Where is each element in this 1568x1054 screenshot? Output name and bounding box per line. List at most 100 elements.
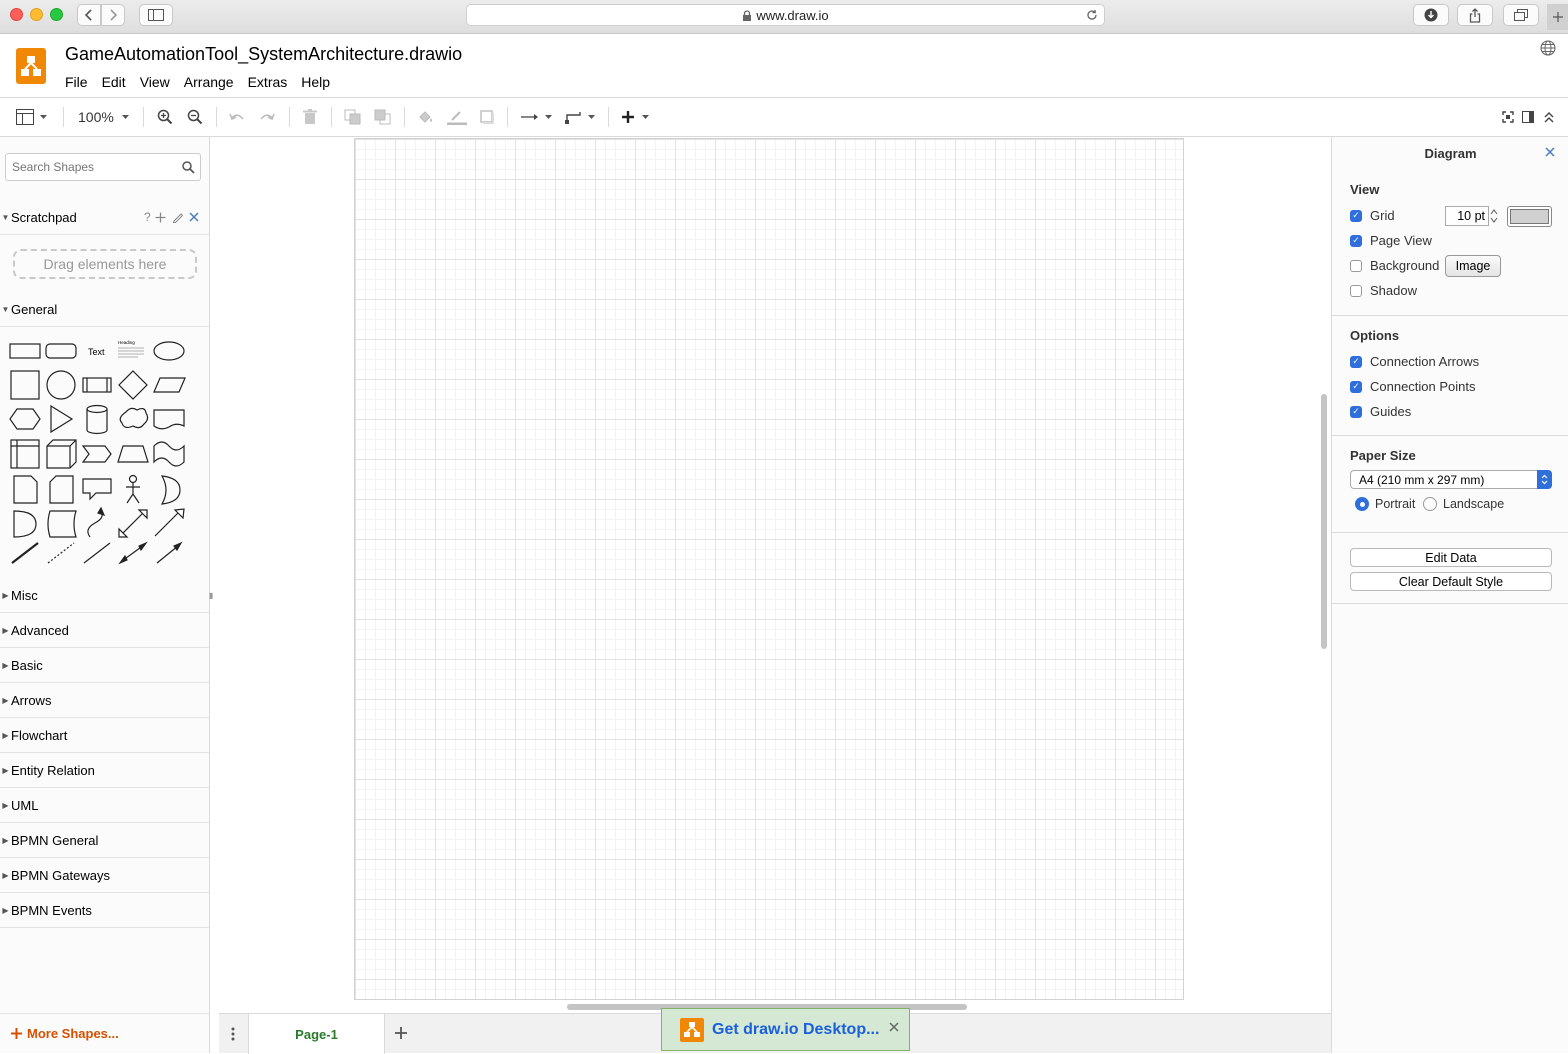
actor-shape[interactable] [126,474,140,504]
grid-color-button[interactable] [1507,206,1552,227]
curve-connector-shape[interactable] [87,506,106,538]
zoom-in-button[interactable] [157,106,173,128]
line-color-button[interactable] [447,106,467,128]
view-panels-button[interactable] [16,106,49,128]
background-image-button[interactable]: Image [1445,255,1501,277]
tabs-overview-button[interactable] [1503,4,1539,26]
downloads-button[interactable] [1413,4,1449,26]
triangle-shape[interactable] [50,404,74,434]
menu-help[interactable]: Help [301,74,330,90]
waypoints-button[interactable] [565,106,597,128]
maximize-window-button[interactable] [50,8,63,21]
data-storage-shape[interactable] [47,510,77,538]
redo-button[interactable] [259,106,275,128]
search-shapes-input[interactable] [5,153,201,181]
grid-checkbox[interactable]: ✓ Grid [1350,208,1395,223]
rectangle-shape[interactable] [9,343,41,359]
landscape-radio[interactable]: Landscape [1423,497,1504,511]
diagram-page[interactable] [354,138,1184,1000]
sidebar-section-misc[interactable]: ▶ Misc [0,578,209,613]
menu-extras[interactable]: Extras [248,74,288,90]
internal-storage-shape[interactable] [10,439,40,469]
directional-connector-shape[interactable] [156,541,183,564]
general-section-header[interactable]: ▼ General [0,292,209,327]
circle-shape[interactable] [46,370,76,400]
sidebar-section-basic[interactable]: ▶ Basic [0,648,209,683]
share-button[interactable] [1457,4,1493,26]
edit-pencil-icon[interactable] [172,211,184,223]
connector-shape[interactable] [83,542,111,564]
delete-button[interactable] [303,106,317,128]
cylinder-shape[interactable] [86,404,108,435]
parallelogram-shape[interactable] [153,377,186,393]
more-shapes-button[interactable]: More Shapes... [0,1013,209,1053]
square-shape[interactable] [10,370,40,400]
bidirectional-connector-shape[interactable] [118,541,148,565]
grid-size-input[interactable]: 10 pt [1445,206,1489,226]
sidebar-section-flowchart[interactable]: ▶ Flowchart [0,718,209,753]
collapse-toolbar-button[interactable] [1543,106,1555,128]
card-shape[interactable] [49,475,74,504]
back-button[interactable] [77,4,101,26]
sidebar-section-bpmn-gateways[interactable]: ▶ BPMN Gateways [0,858,209,893]
to-back-button[interactable] [374,106,392,128]
ellipse-shape[interactable] [153,341,185,361]
callout-shape[interactable] [82,478,112,501]
document-shape[interactable] [153,409,185,430]
close-icon[interactable] [189,212,199,222]
process-shape[interactable] [82,377,112,393]
scratchpad-dropzone[interactable]: Drag elements here [13,249,197,279]
address-bar[interactable]: www.draw.io [466,4,1105,26]
menu-file[interactable]: File [65,74,88,90]
and-shape[interactable] [13,510,37,538]
sidebar-toggle-button[interactable] [139,4,173,26]
paper-size-select[interactable]: A4 (210 mm x 297 mm) [1350,470,1552,489]
add-icon[interactable] [155,212,166,223]
new-tab-button[interactable] [1547,4,1568,30]
stepper-icon[interactable] [1489,207,1499,225]
connection-points-checkbox[interactable]: ✓ Connection Points [1350,379,1476,394]
cloud-shape[interactable] [119,407,149,429]
sidebar-section-entity-relation[interactable]: ▶ Entity Relation [0,753,209,788]
rounded-rectangle-shape[interactable] [45,343,77,359]
clear-default-style-button[interactable]: Clear Default Style [1350,572,1552,591]
page-view-checkbox[interactable]: ✓ Page View [1350,233,1432,248]
sidebar-resize-handle[interactable]: ▮ [209,591,215,601]
page-tab[interactable]: Page-1 [248,1014,385,1054]
zoom-select[interactable]: 100% [78,106,131,128]
step-shape[interactable] [81,445,112,463]
fullscreen-button[interactable] [1502,106,1514,128]
format-panel-toggle[interactable] [1522,106,1534,128]
sidebar-section-bpmn-events[interactable]: ▶ BPMN Events [0,893,209,928]
menu-arrange[interactable]: Arrange [184,74,234,90]
menu-view[interactable]: View [140,74,170,90]
search-icon[interactable] [182,161,195,174]
fill-color-button[interactable] [417,106,435,128]
pages-menu-icon[interactable] [231,1027,235,1041]
forward-button[interactable] [101,4,125,26]
vertical-scrollbar[interactable] [1321,394,1327,649]
insert-button[interactable] [621,106,651,128]
diamond-shape[interactable] [118,370,148,400]
shadow-button[interactable] [479,106,495,128]
close-icon[interactable] [1545,147,1555,157]
connection-arrows-checkbox[interactable]: ✓ Connection Arrows [1350,354,1479,369]
textbox-shape[interactable]: Heading [118,340,144,358]
trapezoid-shape[interactable] [117,445,149,463]
line-shape[interactable] [11,542,39,564]
tape-shape[interactable] [153,441,185,467]
scratchpad-header[interactable]: ▼ Scratchpad ? [0,200,209,235]
note-shape[interactable] [13,475,38,504]
get-desktop-banner[interactable]: Get draw.io Desktop... [661,1008,910,1051]
hexagon-shape[interactable] [9,408,41,430]
sidebar-section-uml[interactable]: ▶ UML [0,788,209,823]
text-shape[interactable]: Text [88,347,105,357]
close-window-button[interactable] [10,8,23,21]
menu-edit[interactable]: Edit [102,74,126,90]
background-checkbox[interactable]: Background [1350,258,1439,273]
minimize-window-button[interactable] [30,8,43,21]
bidirectional-arrow-shape[interactable] [118,509,148,538]
document-title[interactable]: GameAutomationTool_SystemArchitecture.dr… [65,44,462,65]
zoom-out-button[interactable] [187,106,203,128]
shadow-checkbox[interactable]: Shadow [1350,283,1417,298]
